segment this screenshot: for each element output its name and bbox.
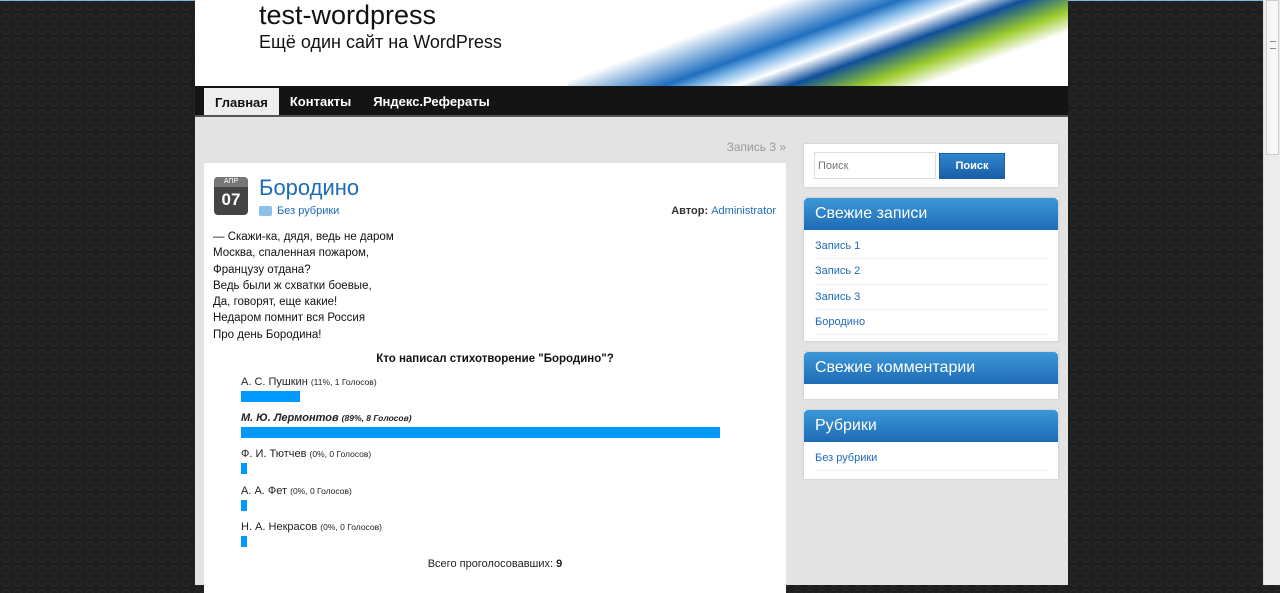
poem-line: — Скажи-ка, дядя, ведь не даром bbox=[213, 231, 394, 243]
poll-answer: А. А. Фет (0%, 0 Голосов) bbox=[241, 482, 786, 518]
poll-answer: А. С. Пушкин (11%, 1 Голосов) bbox=[241, 373, 786, 409]
poll-answer-name: А. С. Пушкин bbox=[241, 376, 308, 388]
sidebar: Поиск Свежие записи Запись 1 Запись 2 За… bbox=[804, 144, 1058, 490]
category-link[interactable]: Без рубрики bbox=[815, 446, 1048, 472]
categories-widget: Рубрики Без рубрики bbox=[804, 410, 1058, 480]
calendar-icon: АПР 07 bbox=[214, 177, 248, 215]
post: АПР 07 Бородино Без рубрики Автор: Admin… bbox=[204, 163, 786, 593]
poll-answer-name: Ф. И. Тютчев bbox=[241, 448, 307, 461]
recent-post-link[interactable]: Бородино bbox=[815, 310, 1048, 336]
poll: Кто написал стихотворение "Бородино"? А.… bbox=[204, 353, 786, 570]
next-post-link[interactable]: Запись 3 » bbox=[727, 140, 786, 154]
search-input[interactable] bbox=[814, 152, 936, 179]
poll-answer-label: Ф. И. Тютчев (0%, 0 Голосов) bbox=[241, 445, 786, 463]
poll-total-label: Всего проголосовавших: bbox=[427, 557, 554, 570]
recent-posts-widget: Свежие записи Запись 1 Запись 2 Запись 3… bbox=[804, 198, 1058, 342]
poll-answer: Н. А. Некрасов (0%, 0 Голосов) bbox=[241, 518, 786, 554]
poem-line: Да, говорят, еще какие! bbox=[213, 296, 338, 309]
page: test-wordpress Ещё один сайт на WordPres… bbox=[195, 0, 1068, 593]
poll-bar bbox=[241, 391, 301, 402]
poem-line: Москва, спаленная пожаром, bbox=[213, 247, 370, 260]
post-category: Без рубрики bbox=[259, 205, 339, 217]
poll-answer-stats: (0%, 0 Голосов) bbox=[320, 521, 382, 532]
site-title[interactable]: test-wordpress bbox=[259, 0, 436, 31]
recent-comments-widget: Свежие комментарии bbox=[804, 352, 1058, 400]
author-link[interactable]: Administrator bbox=[711, 205, 776, 217]
poem-line: Недаром помнит вся Россия bbox=[213, 312, 366, 325]
widget-title: Рубрики bbox=[804, 410, 1058, 443]
poll-answer: М. Ю. Лермонтов (89%, 8 Голосов) bbox=[241, 409, 786, 445]
site-description: Ещё один сайт на WordPress bbox=[259, 32, 502, 52]
poll-total: Всего проголосовавших: 9 bbox=[204, 558, 786, 570]
post-author: Автор: Administrator bbox=[671, 205, 776, 217]
poll-answer-label: А. С. Пушкин (11%, 1 Голосов) bbox=[241, 373, 786, 391]
poll-answer: Ф. И. Тютчев (0%, 0 Голосов) bbox=[241, 445, 786, 481]
widget-title: Свежие комментарии bbox=[804, 352, 1058, 385]
poem-line: Ведь были ж схватки боевые, bbox=[213, 279, 372, 292]
poem-line: Французу отдана? bbox=[213, 263, 311, 276]
nav-yandex-referaty[interactable]: Яндекс.Рефераты bbox=[362, 86, 501, 115]
post-month: АПР bbox=[214, 177, 248, 187]
site-header: test-wordpress Ещё один сайт на WordPres… bbox=[195, 0, 1068, 86]
poll-answer-stats: (0%, 0 Голосов) bbox=[290, 485, 352, 496]
post-day: 07 bbox=[221, 190, 241, 209]
nav-home[interactable]: Главная bbox=[204, 88, 279, 115]
folder-icon bbox=[259, 206, 272, 216]
poem-line: Про день Бородина! bbox=[213, 328, 322, 341]
poll-bar bbox=[241, 535, 247, 547]
poll-question: Кто написал стихотворение "Бородино"? bbox=[376, 353, 614, 365]
poll-answer-label: А. А. Фет (0%, 0 Голосов) bbox=[241, 482, 786, 500]
poll-bar bbox=[241, 499, 247, 511]
poll-answer-label: М. Ю. Лермонтов (89%, 8 Голосов) bbox=[241, 409, 786, 427]
poll-answer-name: А. А. Фет bbox=[241, 484, 288, 497]
post-content: — Скажи-ка, дядя, ведь не даром Москва, … bbox=[213, 229, 394, 343]
widget-title: Свежие записи bbox=[804, 198, 1058, 230]
recent-post-link[interactable]: Запись 1 bbox=[815, 234, 1048, 260]
search-button[interactable]: Поиск bbox=[939, 152, 1005, 179]
main-nav: Главная Контакты Яндекс.Рефераты bbox=[195, 86, 1068, 117]
recent-post-link[interactable]: Запись 2 bbox=[815, 259, 1048, 285]
author-label: Автор: bbox=[671, 205, 709, 217]
post-title[interactable]: Бородино bbox=[259, 175, 359, 201]
poll-answer-name: Н. А. Некрасов bbox=[241, 520, 318, 533]
poll-bar bbox=[241, 463, 247, 475]
scrollbar-thumb[interactable] bbox=[1266, 0, 1279, 155]
search-widget: Поиск bbox=[804, 144, 1058, 187]
poll-answer-stats: (89%, 8 Голосов) bbox=[341, 413, 412, 424]
poll-bar bbox=[241, 427, 720, 439]
category-link[interactable]: Без рубрики bbox=[277, 205, 339, 217]
scrollbar[interactable] bbox=[1263, 0, 1280, 585]
poll-answer-name: М. Ю. Лермонтов bbox=[241, 412, 339, 425]
poll-answer-stats: (0%, 0 Голосов) bbox=[309, 449, 372, 460]
poll-total-value: 9 bbox=[556, 557, 563, 570]
poll-answer-stats: (11%, 1 Голосов) bbox=[310, 377, 377, 387]
header-image bbox=[568, 0, 1068, 86]
poll-answer-label: Н. А. Некрасов (0%, 0 Голосов) bbox=[241, 518, 786, 536]
recent-post-link[interactable]: Запись 3 bbox=[815, 285, 1048, 310]
nav-contacts[interactable]: Контакты bbox=[279, 86, 362, 115]
